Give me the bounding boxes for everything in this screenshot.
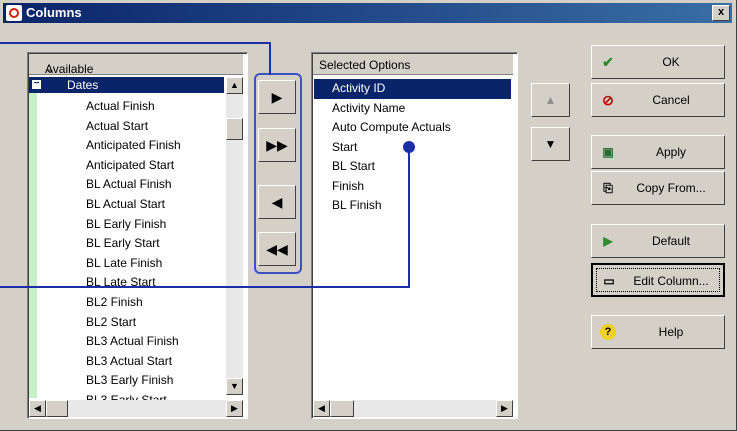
remove-all-button[interactable]: ◀◀ bbox=[258, 232, 296, 266]
title-bar: Columns x bbox=[3, 3, 732, 23]
move-up-button[interactable]: ▲ bbox=[531, 83, 570, 117]
columns-dialog: Columns x ⌄ Available Options − Dates Ac… bbox=[0, 0, 737, 431]
selected-item[interactable]: Finish bbox=[314, 177, 511, 197]
callout-dot bbox=[403, 141, 415, 153]
apply-icon: ▣ bbox=[602, 145, 614, 159]
available-item[interactable]: Actual Start bbox=[86, 117, 181, 137]
window-title: Columns bbox=[26, 5, 82, 20]
available-item[interactable]: Actual Finish bbox=[86, 97, 181, 117]
group-label: Dates bbox=[67, 78, 99, 92]
selected-options-list[interactable]: Selected Options Activity ID Activity Nam… bbox=[311, 52, 518, 419]
horizontal-scrollbar-selected[interactable]: ◀ ▶ bbox=[313, 400, 513, 417]
scroll-left-icon[interactable]: ◀ bbox=[29, 400, 46, 417]
help-icon: ? bbox=[600, 324, 616, 340]
copy-from-button[interactable]: ⎘ Copy From... bbox=[591, 171, 725, 205]
group-dates[interactable]: − Dates bbox=[29, 77, 224, 93]
available-item[interactable]: BL Early Start bbox=[86, 234, 181, 254]
selected-item[interactable]: BL Start bbox=[314, 157, 511, 177]
callout-line-bottom bbox=[0, 286, 410, 288]
check-icon: ✔ bbox=[602, 54, 614, 70]
play-icon: ▶ bbox=[603, 234, 613, 248]
horizontal-scrollbar[interactable]: ◀ ▶ bbox=[29, 400, 243, 417]
available-item[interactable]: BL Late Finish bbox=[86, 254, 181, 274]
callout-line-top bbox=[0, 42, 270, 44]
apply-button[interactable]: ▣ Apply bbox=[591, 135, 725, 169]
remove-button[interactable]: ◀ bbox=[258, 185, 296, 219]
available-item[interactable]: BL Early Finish bbox=[86, 215, 181, 235]
scroll-up-icon[interactable]: ▲ bbox=[226, 77, 243, 94]
available-item[interactable]: Anticipated Start bbox=[86, 156, 181, 176]
available-item[interactable]: BL3 Early Finish bbox=[86, 371, 181, 391]
tree-indent-bar bbox=[29, 80, 37, 398]
scroll-thumb-h[interactable] bbox=[46, 400, 68, 417]
scroll-right-icon[interactable]: ▶ bbox=[226, 400, 243, 417]
available-item[interactable]: BL3 Actual Finish bbox=[86, 332, 181, 352]
vertical-scrollbar[interactable]: ▲ ▼ bbox=[226, 77, 243, 395]
no-entry-icon: ⊘ bbox=[602, 92, 614, 108]
app-logo-icon bbox=[6, 5, 22, 21]
available-item[interactable]: BL Late Start bbox=[86, 273, 181, 293]
available-item[interactable]: BL2 Start bbox=[86, 313, 181, 333]
collapse-icon[interactable]: − bbox=[32, 79, 41, 89]
scroll-thumb[interactable] bbox=[226, 118, 243, 140]
available-item[interactable]: BL Actual Start bbox=[86, 195, 181, 215]
copy-icon: ⎘ bbox=[603, 181, 613, 195]
edit-column-icon: ▭ bbox=[603, 274, 615, 288]
callout-line-top-vertical bbox=[269, 42, 271, 75]
edit-column-button[interactable]: ▭ Edit Column... bbox=[591, 263, 725, 297]
selected-item[interactable]: BL Finish bbox=[314, 196, 511, 216]
close-icon[interactable]: x bbox=[712, 5, 730, 21]
cancel-button[interactable]: ⊘ Cancel bbox=[591, 83, 725, 117]
available-item[interactable]: BL Actual Finish bbox=[86, 175, 181, 195]
scroll-down-icon[interactable]: ▼ bbox=[226, 378, 243, 395]
available-options-header[interactable]: ⌄ Available Options bbox=[29, 54, 243, 90]
scroll-right-icon[interactable]: ▶ bbox=[496, 400, 513, 417]
available-item[interactable]: BL2 Finish bbox=[86, 293, 181, 313]
add-all-button[interactable]: ▶▶ bbox=[258, 128, 296, 162]
selected-options-header[interactable]: Selected Options bbox=[313, 54, 513, 75]
selected-item[interactable]: Auto Compute Actuals bbox=[314, 118, 511, 138]
available-item[interactable]: Anticipated Finish bbox=[86, 136, 181, 156]
move-down-button[interactable]: ▼ bbox=[531, 127, 570, 161]
default-button[interactable]: ▶ Default bbox=[591, 224, 725, 258]
add-button[interactable]: ▶ bbox=[258, 80, 296, 114]
scroll-thumb-h[interactable] bbox=[330, 400, 354, 417]
available-item[interactable]: BL3 Actual Start bbox=[86, 352, 181, 372]
ok-button[interactable]: ✔ OK bbox=[591, 45, 725, 79]
help-button[interactable]: ? Help bbox=[591, 315, 725, 349]
selected-item[interactable]: Activity Name bbox=[314, 99, 511, 119]
scroll-left-icon[interactable]: ◀ bbox=[313, 400, 330, 417]
selected-item[interactable]: Activity ID bbox=[314, 79, 511, 99]
available-items: Actual Finish Actual Start Anticipated Fin… bbox=[86, 97, 181, 411]
callout-line-bottom-vertical bbox=[408, 147, 410, 288]
available-options-list[interactable]: ⌄ Available Options − Dates Actual Finis… bbox=[27, 52, 248, 419]
